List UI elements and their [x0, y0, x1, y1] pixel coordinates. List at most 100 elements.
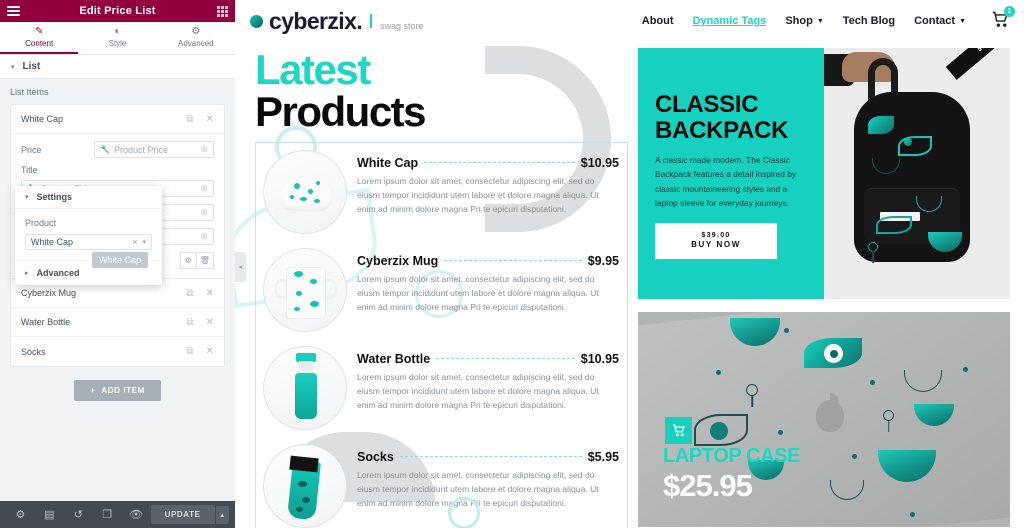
- product-description: Lorem ipsum dolor sit amet, consectetur …: [357, 469, 599, 508]
- clear-icon[interactable]: ⊗: [200, 144, 208, 155]
- elementor-editor-window: Edit Price List ✎ Content ◐ Style ⚙ Adva…: [0, 0, 1024, 528]
- wrench-icon: 🔧: [100, 145, 110, 154]
- section-list-header[interactable]: ▾ List: [0, 55, 235, 79]
- add-item-button[interactable]: + ADD ITEM: [74, 380, 161, 401]
- product-price: $10.95: [580, 155, 619, 170]
- clear-icon[interactable]: ⊗: [200, 183, 208, 194]
- chevron-right-icon: ▸: [25, 270, 29, 277]
- price-list-item[interactable]: Water Bottle $10.95 Lorem ipsum dolor si…: [256, 339, 627, 437]
- repeater-item-label: Water Bottle: [21, 317, 71, 327]
- update-options-caret-icon[interactable]: ▴: [214, 505, 230, 524]
- history-revert-icon[interactable]: ↺: [64, 508, 93, 521]
- cart-button[interactable]: 1: [991, 6, 1015, 31]
- brand-tagline: swag store: [380, 20, 424, 31]
- product-thumbnail-socks: [263, 443, 347, 528]
- main-nav: About Dynamic Tags Shop ▼ Tech Blog Cont…: [642, 6, 1015, 31]
- nav-item-contact[interactable]: Contact ▼: [914, 15, 966, 27]
- product-thumbnail-cyberzix-mug: [263, 247, 347, 332]
- remove-icon[interactable]: ✕: [206, 317, 214, 328]
- price-dynamic-field[interactable]: 🔧 Product Price ⊗: [94, 141, 214, 158]
- laptop-case-card[interactable]: LAPTOP CASE $25.95: [638, 312, 1010, 527]
- duplicate-icon[interactable]: ⧉: [186, 317, 193, 328]
- price-list-item[interactable]: White Cap $10.95 Lorem ipsum dolor sit a…: [256, 143, 627, 241]
- site-header: cyberzix. swag store About Dynamic Tags …: [235, 0, 1024, 42]
- repeater-item-socks[interactable]: Socks ⧉ ✕: [11, 337, 224, 366]
- list-items-label: List Items: [10, 87, 49, 97]
- app-grid-icon[interactable]: [217, 5, 228, 17]
- popover-product-label: Product: [25, 218, 57, 228]
- nav-item-shop[interactable]: Shop ▼: [785, 15, 823, 27]
- laptop-case-price: $25.95: [663, 468, 753, 503]
- remove-icon[interactable]: ✕: [206, 346, 214, 357]
- dotted-leader: [399, 456, 582, 458]
- product-description: Lorem ipsum dolor sit amet, consectetur …: [357, 273, 599, 312]
- remove-icon[interactable]: ✕: [206, 288, 214, 299]
- price-list-item[interactable]: Cyberzix Mug $9.95 Lorem ipsum dolor sit…: [256, 241, 627, 339]
- update-button[interactable]: UPDATE: [150, 505, 215, 524]
- decorative-dot: [963, 367, 968, 372]
- preview-eye-icon[interactable]: 👁: [122, 508, 151, 521]
- laptop-case-title: LAPTOP CASE: [663, 445, 801, 467]
- responsive-mode-icon[interactable]: ❐: [93, 508, 122, 521]
- settings-gear-icon[interactable]: ⚙: [6, 508, 35, 521]
- price-list-item[interactable]: Socks $5.95 Lorem ipsum dolor sit amet, …: [256, 437, 627, 528]
- decorative-lollipop: [746, 384, 758, 396]
- nav-item-tech-blog[interactable]: Tech Blog: [843, 15, 895, 27]
- nav-item-contact-label: Contact: [914, 15, 956, 27]
- hero-line-1: Latest: [255, 46, 371, 93]
- price-list-widget[interactable]: White Cap $10.95 Lorem ipsum dolor sit a…: [255, 141, 628, 528]
- classic-backpack-card[interactable]: CLASSIC BACKPACK A classic made modern. …: [638, 48, 1010, 299]
- tab-content[interactable]: ✎ Content: [0, 22, 79, 54]
- tab-advanced-label: Advanced: [178, 38, 214, 48]
- field-tools: ⚙ 🗑: [180, 252, 214, 269]
- apple-logo-icon: [816, 400, 844, 432]
- navigator-layers-icon[interactable]: ▤: [35, 508, 64, 521]
- product-description: Lorem ipsum dolor sit amet, consectetur …: [357, 371, 599, 410]
- decorative-dot: [778, 430, 783, 435]
- repeater-item-label: Cyberzix Mug: [21, 288, 77, 298]
- panel-collapse-handle[interactable]: ◂: [235, 252, 246, 282]
- duplicate-icon[interactable]: ⧉: [186, 114, 193, 125]
- hamburger-icon[interactable]: [7, 6, 20, 16]
- price-value: Product Price: [113, 144, 168, 155]
- panel-title: Edit Price List: [79, 5, 156, 17]
- repeater-item-white-cap[interactable]: White Cap ⧉ ✕: [11, 105, 224, 134]
- tab-style[interactable]: ◐ Style: [78, 22, 156, 54]
- trash-icon[interactable]: 🗑: [197, 252, 214, 269]
- product-price: $5.95: [587, 449, 619, 464]
- page-title: Latest Products: [255, 46, 633, 134]
- product-description: Lorem ipsum dolor sit amet, consectetur …: [357, 175, 599, 214]
- backpack-card-text: CLASSIC BACKPACK A classic made modern. …: [638, 48, 824, 299]
- tab-advanced[interactable]: ⚙ Advanced: [157, 22, 235, 54]
- decorative-circle: [448, 497, 480, 528]
- cart-badge: 1: [1004, 6, 1015, 17]
- clear-icon[interactable]: ⊗: [200, 231, 208, 242]
- panel-footer: ⚙ ▤ ↺ ❐ 👁 UPDATE ▴: [0, 501, 235, 528]
- brand-name: cyberzix.: [269, 7, 363, 34]
- section-list-label: List: [22, 61, 41, 72]
- logo-divider: [370, 14, 373, 28]
- nav-item-dynamic-tags[interactable]: Dynamic Tags: [693, 15, 767, 27]
- laptop-case-cart-button[interactable]: [665, 417, 692, 444]
- nav-item-about[interactable]: About: [642, 15, 674, 27]
- backpack-title-line-2: BACKPACK: [655, 116, 789, 144]
- decorative-eye-iris: [710, 422, 728, 440]
- product-name: White Cap: [357, 155, 419, 170]
- duplicate-icon[interactable]: ⧉: [186, 346, 193, 357]
- product-select[interactable]: White Cap × ▾: [25, 234, 152, 250]
- remove-icon[interactable]: ✕: [206, 114, 214, 125]
- duplicate-icon[interactable]: ⧉: [186, 288, 193, 299]
- repeater-item-water-bottle[interactable]: Water Bottle ⧉ ✕: [11, 308, 224, 337]
- promo-column: CLASSIC BACKPACK A classic made modern. …: [638, 48, 1010, 527]
- clear-selection-icon[interactable]: ×: [132, 237, 137, 247]
- backpack-buy-now-button[interactable]: $39.00 BUY NOW: [655, 222, 777, 259]
- popover-settings-header[interactable]: ▾ Settings: [15, 186, 162, 209]
- nav-item-shop-label: Shop: [785, 15, 813, 27]
- backpack-cta-label: BUY NOW: [691, 240, 741, 250]
- logo-dot-icon: [250, 14, 263, 28]
- settings-gear-icon[interactable]: ⚙: [180, 252, 197, 269]
- site-logo[interactable]: cyberzix. swag store: [250, 8, 424, 35]
- repeater-item-label: Socks: [21, 346, 46, 357]
- backpack-title-line-1: CLASSIC: [655, 91, 759, 118]
- panel-header: Edit Price List: [0, 0, 235, 22]
